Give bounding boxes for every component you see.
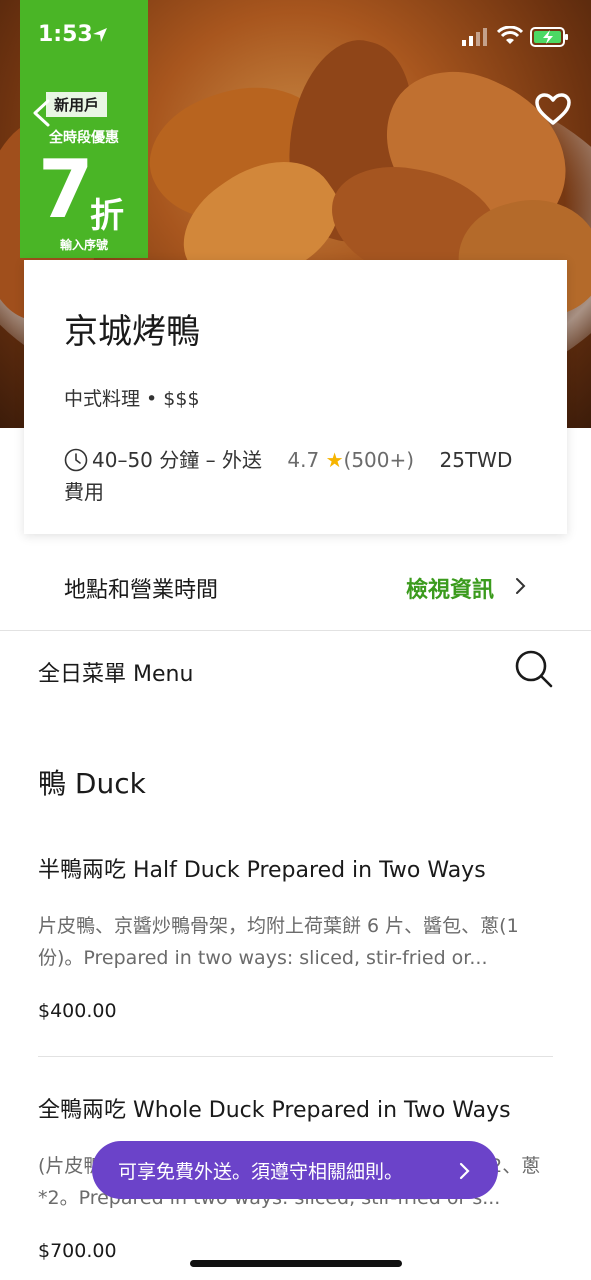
- chevron-right-icon[interactable]: [514, 574, 528, 598]
- delivery-fee-amount: 25TWD: [439, 448, 513, 472]
- view-info-link[interactable]: 檢視資訊: [406, 572, 494, 604]
- status-bar: 1:53: [0, 0, 591, 70]
- delivery-fee-label: 費用: [64, 480, 104, 504]
- chevron-right-icon[interactable]: [458, 1160, 472, 1182]
- star-icon: ★: [325, 448, 344, 472]
- restaurant-info-card: 京城烤鴨 中式料理 • $$$ 40–50 分鐘 – 外送 4.7 ★(500+…: [24, 260, 567, 534]
- menu-item-name[interactable]: 全鴨兩吃 Whole Duck Prepared in Two Ways: [38, 1096, 553, 1126]
- restaurant-cuisine: 中式料理 • $$$: [64, 388, 200, 410]
- delivery-eta: 40–50 分鐘 – 外送: [92, 448, 262, 472]
- clock-icon: [64, 448, 88, 472]
- cellular-signal-icon: [462, 28, 487, 46]
- home-indicator[interactable]: [190, 1260, 402, 1267]
- menu-title[interactable]: 全日菜單 Menu: [38, 656, 193, 688]
- section-title: 鴨 Duck: [38, 767, 146, 800]
- toast-text: 可享免費外送。須遵守相關細則。: [118, 1161, 404, 1183]
- promo-discount-unit: 折: [90, 196, 124, 236]
- menu-item-price: $700.00: [38, 1240, 117, 1262]
- menu-item[interactable]: 半鴨兩吃 Half Duck Prepared in Two Ways 片皮鴨、…: [38, 856, 553, 1022]
- promo-badge: 新用戶: [46, 92, 108, 117]
- back-arrow-icon[interactable]: [30, 98, 54, 128]
- free-delivery-toast[interactable]: 可享免費外送。須遵守相關細則。: [92, 1141, 498, 1199]
- favorite-heart-icon[interactable]: [534, 92, 572, 126]
- search-icon[interactable]: [514, 649, 554, 689]
- menu-header-row[interactable]: 全日菜單 Menu: [0, 632, 591, 706]
- rating-value: 4.7: [287, 448, 320, 472]
- location-hours-label: 地點和營業時間: [64, 578, 219, 603]
- divider: [38, 1056, 553, 1057]
- promo-discount-number: 7: [38, 143, 94, 236]
- restaurant-meta: 40–50 分鐘 – 外送 4.7 ★(500+) 25TWD 費用: [64, 444, 544, 508]
- status-time: 1:53: [38, 22, 93, 47]
- promo-note: 輸入序號: [59, 238, 108, 252]
- restaurant-name: 京城烤鴨: [64, 312, 200, 352]
- wifi-icon: [497, 26, 523, 44]
- rating-count: (500+): [343, 448, 415, 472]
- battery-charging-icon: [530, 27, 568, 47]
- location-arrow-icon: [93, 28, 107, 42]
- menu-item-description: 片皮鴨、京醬炒鴨骨架，均附上荷葉餅 6 片、醬包、蔥(1份)。Prepared …: [38, 915, 519, 969]
- location-hours-row[interactable]: 地點和營業時間 檢視資訊: [0, 552, 591, 631]
- menu-item-price: $400.00: [38, 1000, 117, 1022]
- menu-item-name[interactable]: 半鴨兩吃 Half Duck Prepared in Two Ways: [38, 856, 553, 886]
